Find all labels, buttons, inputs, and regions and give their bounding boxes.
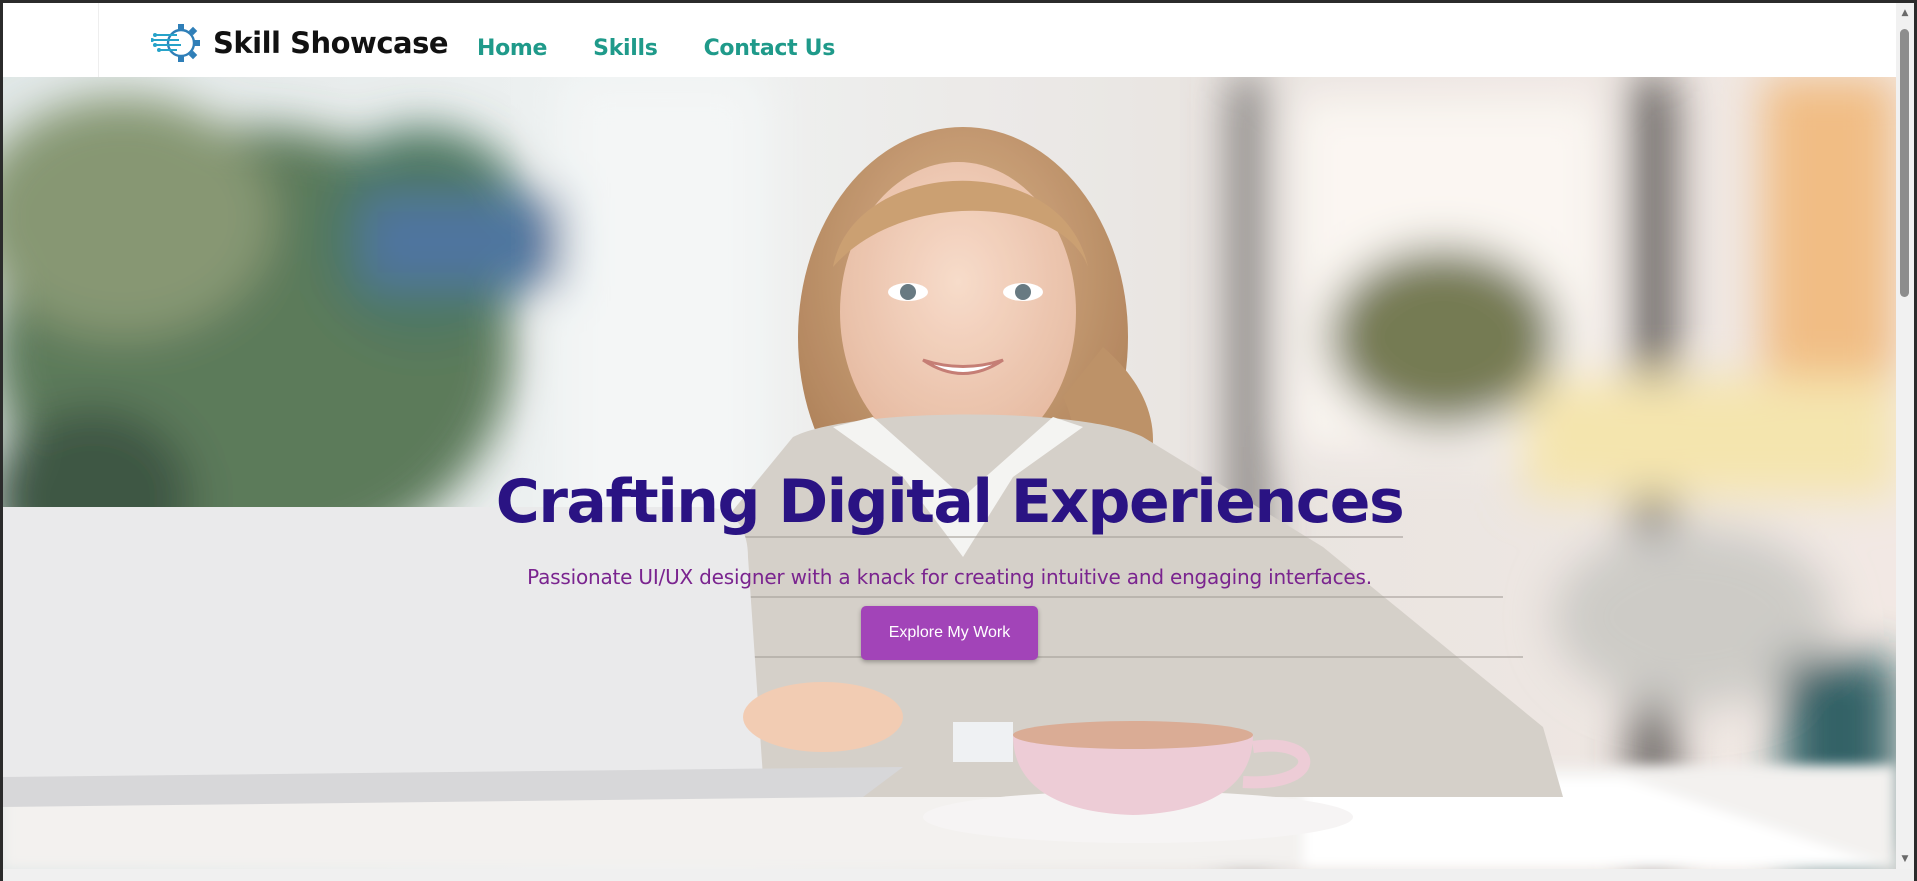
hero-content: Crafting Digital Experiences Passionate … bbox=[3, 472, 1896, 660]
navbar-divider bbox=[98, 3, 99, 77]
nav-link-contact-us[interactable]: Contact Us bbox=[704, 36, 836, 61]
nav-link-home[interactable]: Home bbox=[477, 36, 547, 61]
explore-my-work-button[interactable]: Explore My Work bbox=[861, 606, 1038, 660]
scroll-up-icon[interactable]: ▲ bbox=[1896, 5, 1914, 21]
vertical-scrollbar[interactable]: ▲ ▼ bbox=[1896, 3, 1914, 869]
gear-circuit-icon bbox=[151, 24, 200, 62]
scroll-down-icon[interactable]: ▼ bbox=[1896, 851, 1914, 867]
hero-title: Crafting Digital Experiences bbox=[495, 467, 1405, 537]
hero-subtitle: Passionate UI/UX designer with a knack f… bbox=[527, 565, 1372, 589]
brand[interactable]: Skill Showcase bbox=[151, 23, 449, 63]
nav-links: Home Skills Contact Us bbox=[477, 36, 881, 61]
browser-window: Skill Showcase Home Skills Contact Us Cr… bbox=[3, 3, 1914, 881]
navbar: Skill Showcase Home Skills Contact Us bbox=[3, 3, 1896, 77]
brand-name: Skill Showcase bbox=[213, 26, 449, 60]
scrollbar-thumb[interactable] bbox=[1900, 29, 1909, 297]
nav-link-skills[interactable]: Skills bbox=[593, 36, 658, 61]
page-viewport: Skill Showcase Home Skills Contact Us Cr… bbox=[3, 3, 1896, 869]
hero-section: Crafting Digital Experiences Passionate … bbox=[3, 77, 1896, 869]
window-bottom-edge bbox=[3, 869, 1914, 881]
